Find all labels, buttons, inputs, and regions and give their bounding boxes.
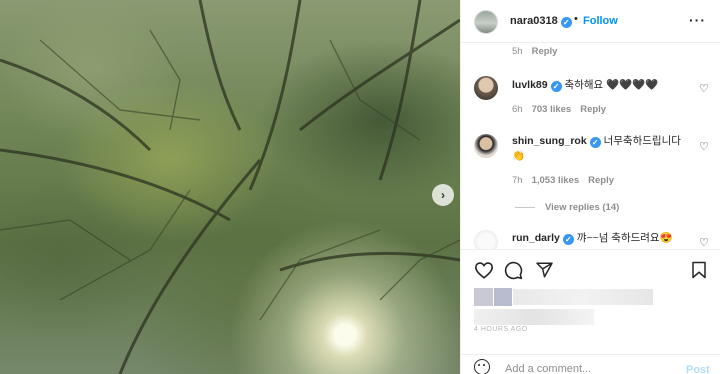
chevron-right-icon: › — [441, 188, 445, 202]
comment-text: 축하해요 🖤🖤🖤🖤 — [564, 79, 659, 91]
comment-avatar[interactable] — [474, 76, 498, 100]
heart-icon[interactable]: ♡ — [699, 236, 709, 249]
comment-body: run_darly ✓ 꺄~~넘 축하드려요😍 — [512, 231, 673, 246]
view-replies-button[interactable]: View replies (14) — [515, 202, 619, 213]
comment-input[interactable] — [505, 363, 675, 374]
post-actions: 4 HOURS AGO — [461, 249, 720, 371]
separator-dot: • — [574, 13, 578, 25]
post-photo[interactable]: › — [0, 0, 460, 374]
reply-button[interactable]: Reply — [532, 46, 558, 57]
verified-icon: ✓ — [589, 137, 601, 148]
verified-icon: ✓ — [550, 81, 562, 92]
comment-meta: 5h Reply — [512, 46, 566, 57]
likes-count[interactable]: 703 likes — [532, 104, 572, 115]
emoji-icon[interactable] — [474, 359, 490, 374]
blurred-liker-avatar — [494, 288, 512, 306]
follow-button[interactable]: Follow — [583, 15, 618, 27]
more-options-icon[interactable]: ··· — [689, 12, 706, 28]
blurred-liker-avatar — [474, 288, 493, 306]
add-comment-bar: Post — [461, 354, 720, 374]
comment-time: 5h — [512, 46, 523, 57]
post-date: 4 HOURS AGO — [474, 326, 528, 333]
comment-icon[interactable] — [504, 261, 523, 280]
share-icon[interactable] — [535, 261, 554, 279]
next-photo-button[interactable]: › — [432, 184, 454, 206]
author-username[interactable]: nara0318 ✓ — [510, 15, 572, 28]
comment-body: luvlk89 ✓ 축하해요 🖤🖤🖤🖤 — [512, 78, 658, 93]
comment-meta: 7h 1,053 likes Reply — [512, 175, 623, 186]
likes-count[interactable]: 1,053 likes — [532, 175, 580, 186]
author-avatar[interactable] — [474, 10, 498, 34]
reply-button[interactable]: Reply — [588, 175, 614, 186]
blurred-likes-text — [513, 289, 653, 305]
heart-icon[interactable]: ♡ — [699, 82, 709, 95]
comment-username[interactable]: luvlk89 — [512, 79, 548, 91]
comment-time: 6h — [512, 104, 523, 115]
comment-username[interactable]: shin_sung_rok — [512, 135, 587, 147]
comment-text: 꺄~~넘 축하드려요😍 — [576, 232, 673, 244]
comment-username[interactable]: run_darly — [512, 232, 560, 244]
author-username-text[interactable]: nara0318 — [510, 15, 558, 27]
post-button[interactable]: Post — [686, 364, 710, 374]
comment-text: 너무축하드립니다 — [603, 135, 681, 147]
post-header: nara0318 ✓ • Follow ··· — [461, 0, 720, 43]
comment-emoji: 👏 — [512, 150, 526, 162]
comments-list: 5h Reply luvlk89 ✓ 축하해요 🖤🖤🖤🖤 ♡ 6h 703 likes… — [461, 44, 720, 249]
bookmark-icon[interactable] — [691, 261, 707, 279]
verified-icon: ✓ — [562, 234, 574, 245]
like-icon[interactable] — [474, 261, 494, 279]
verified-icon: ✓ — [560, 17, 572, 28]
tree-branches-drawing — [0, 0, 460, 374]
comment-time: 7h — [512, 175, 523, 186]
comment-meta: 6h 703 likes Reply — [512, 104, 615, 115]
comment-avatar[interactable] — [474, 230, 498, 249]
reply-button[interactable]: Reply — [580, 104, 606, 115]
heart-icon[interactable]: ♡ — [699, 140, 709, 153]
post-side-panel: nara0318 ✓ • Follow ··· 5h Reply luvlk89 ✓ … — [460, 0, 720, 374]
blurred-likes-text — [474, 309, 594, 325]
comment-avatar[interactable] — [474, 134, 498, 158]
comment-body: shin_sung_rok ✓ 너무축하드립니다 👏 — [512, 134, 692, 164]
